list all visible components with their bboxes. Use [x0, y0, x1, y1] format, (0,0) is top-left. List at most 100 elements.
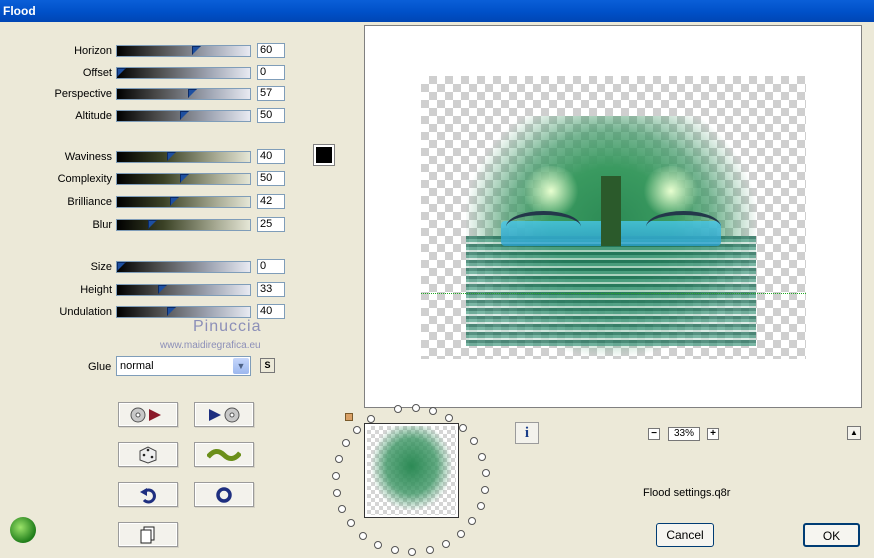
blur-slider[interactable] [116, 219, 251, 231]
horizon-slider[interactable] [116, 45, 251, 57]
slider-thumb[interactable] [117, 68, 126, 77]
zoom-out-button[interactable]: − [648, 428, 660, 440]
altitude-value-field[interactable]: 50 [257, 108, 285, 123]
slider-thumb[interactable] [192, 46, 201, 55]
navigator-dot[interactable] [481, 469, 490, 478]
height-slider[interactable] [116, 284, 251, 296]
navigator-dot[interactable] [481, 486, 490, 495]
slider-row-height: Height [0, 282, 112, 298]
brilliance-slider[interactable] [116, 196, 251, 208]
navigator-dot[interactable] [359, 531, 368, 540]
navigator-dot[interactable] [342, 439, 351, 448]
save-preset-button[interactable] [194, 402, 254, 427]
navigator-dot[interactable] [459, 424, 468, 433]
offset-slider[interactable] [116, 67, 251, 79]
navigator-dot[interactable] [445, 413, 454, 422]
navigator-dot[interactable] [393, 405, 402, 414]
slider-label: Brilliance [67, 196, 112, 208]
offset-value-field[interactable]: 0 [257, 65, 285, 80]
slider-thumb[interactable] [117, 262, 126, 271]
perspective-slider[interactable] [116, 88, 251, 100]
chevron-down-icon[interactable]: ▼ [233, 358, 249, 374]
undo-button[interactable] [118, 482, 178, 507]
horizon-value-field[interactable]: 60 [257, 43, 285, 58]
waviness-value-field[interactable]: 40 [257, 149, 285, 164]
blur-value-field[interactable]: 25 [257, 217, 285, 232]
navigator-dot[interactable] [353, 425, 362, 434]
slider-label: Height [80, 284, 112, 296]
navigator-dot[interactable] [347, 519, 356, 528]
preview-image [421, 76, 806, 359]
glue-select[interactable]: normal ▼ [116, 356, 251, 376]
slider-thumb[interactable] [158, 285, 167, 294]
flood-scene-image [466, 116, 756, 356]
load-preset-icon [130, 407, 161, 422]
slider-thumb[interactable] [167, 152, 176, 161]
navigator-dot[interactable] [411, 404, 420, 413]
undo-icon [140, 487, 156, 503]
glue-s-button[interactable]: S [260, 358, 275, 373]
perspective-value-field[interactable]: 57 [257, 86, 285, 101]
navigator-dot[interactable] [333, 488, 342, 497]
preview-panel[interactable] [364, 25, 862, 408]
copy-page-icon [140, 526, 155, 543]
slider-thumb[interactable] [180, 111, 189, 120]
navigator-dot[interactable] [338, 504, 347, 513]
slider-thumb[interactable] [167, 307, 176, 316]
waviness-slider[interactable] [116, 151, 251, 163]
size-value-field[interactable]: 0 [257, 259, 285, 274]
navigator-dot[interactable] [335, 454, 344, 463]
color-swatch[interactable] [313, 144, 335, 166]
randomize-dice-icon [139, 445, 157, 464]
slider-row-complexity: Complexity [0, 171, 112, 187]
load-preset-button[interactable] [118, 402, 178, 427]
navigator-dot[interactable] [470, 437, 479, 446]
undulation-value-field[interactable]: 40 [257, 304, 285, 319]
slider-label: Horizon [74, 45, 112, 57]
navigator-dot[interactable] [442, 539, 451, 548]
reset-button[interactable] [194, 482, 254, 507]
slider-thumb[interactable] [188, 89, 197, 98]
slider-thumb[interactable] [170, 197, 179, 206]
size-slider[interactable] [116, 261, 251, 273]
slider-row-offset: Offset [0, 65, 112, 81]
info-button[interactable]: i [515, 422, 539, 444]
slider-thumb[interactable] [148, 220, 157, 229]
navigator-dot[interactable] [374, 540, 383, 549]
brilliance-value-field[interactable]: 42 [257, 194, 285, 209]
slider-row-horizon: Horizon [0, 43, 112, 59]
slider-label: Blur [92, 219, 112, 231]
complexity-slider[interactable] [116, 173, 251, 185]
undulation-slider[interactable] [116, 306, 251, 318]
app-logo-icon [10, 517, 36, 543]
save-preset-icon [209, 407, 240, 422]
slider-label: Perspective [54, 88, 112, 100]
zoom-in-button[interactable]: + [707, 428, 719, 440]
navigator-dot[interactable] [425, 545, 434, 554]
cancel-button[interactable]: Cancel [656, 523, 714, 547]
slider-thumb[interactable] [180, 174, 189, 183]
wave-icon [207, 448, 241, 461]
scroll-up-button[interactable]: ▲ [847, 426, 861, 440]
navigator-dot[interactable] [332, 471, 341, 480]
navigator-handle[interactable] [345, 413, 353, 421]
navigator-thumbnail[interactable] [364, 423, 459, 518]
ok-button[interactable]: OK [803, 523, 860, 547]
complexity-value-field[interactable]: 50 [257, 171, 285, 186]
navigator-dot[interactable] [477, 452, 486, 461]
navigator-dot[interactable] [468, 517, 477, 526]
copy-button[interactable] [118, 522, 178, 547]
randomize-button[interactable] [118, 442, 178, 467]
navigator-dot[interactable] [428, 407, 437, 416]
slider-row-undulation: Undulation [0, 304, 112, 320]
navigator-dot[interactable] [408, 547, 417, 556]
navigator-dot[interactable] [476, 502, 485, 511]
window-title: Flood [0, 0, 874, 22]
height-value-field[interactable]: 33 [257, 282, 285, 297]
slider-row-altitude: Altitude [0, 108, 112, 124]
wave-button[interactable] [194, 442, 254, 467]
navigator-dot[interactable] [456, 529, 465, 538]
horizon-line[interactable] [421, 293, 806, 294]
navigator-dot[interactable] [390, 546, 399, 555]
altitude-slider[interactable] [116, 110, 251, 122]
